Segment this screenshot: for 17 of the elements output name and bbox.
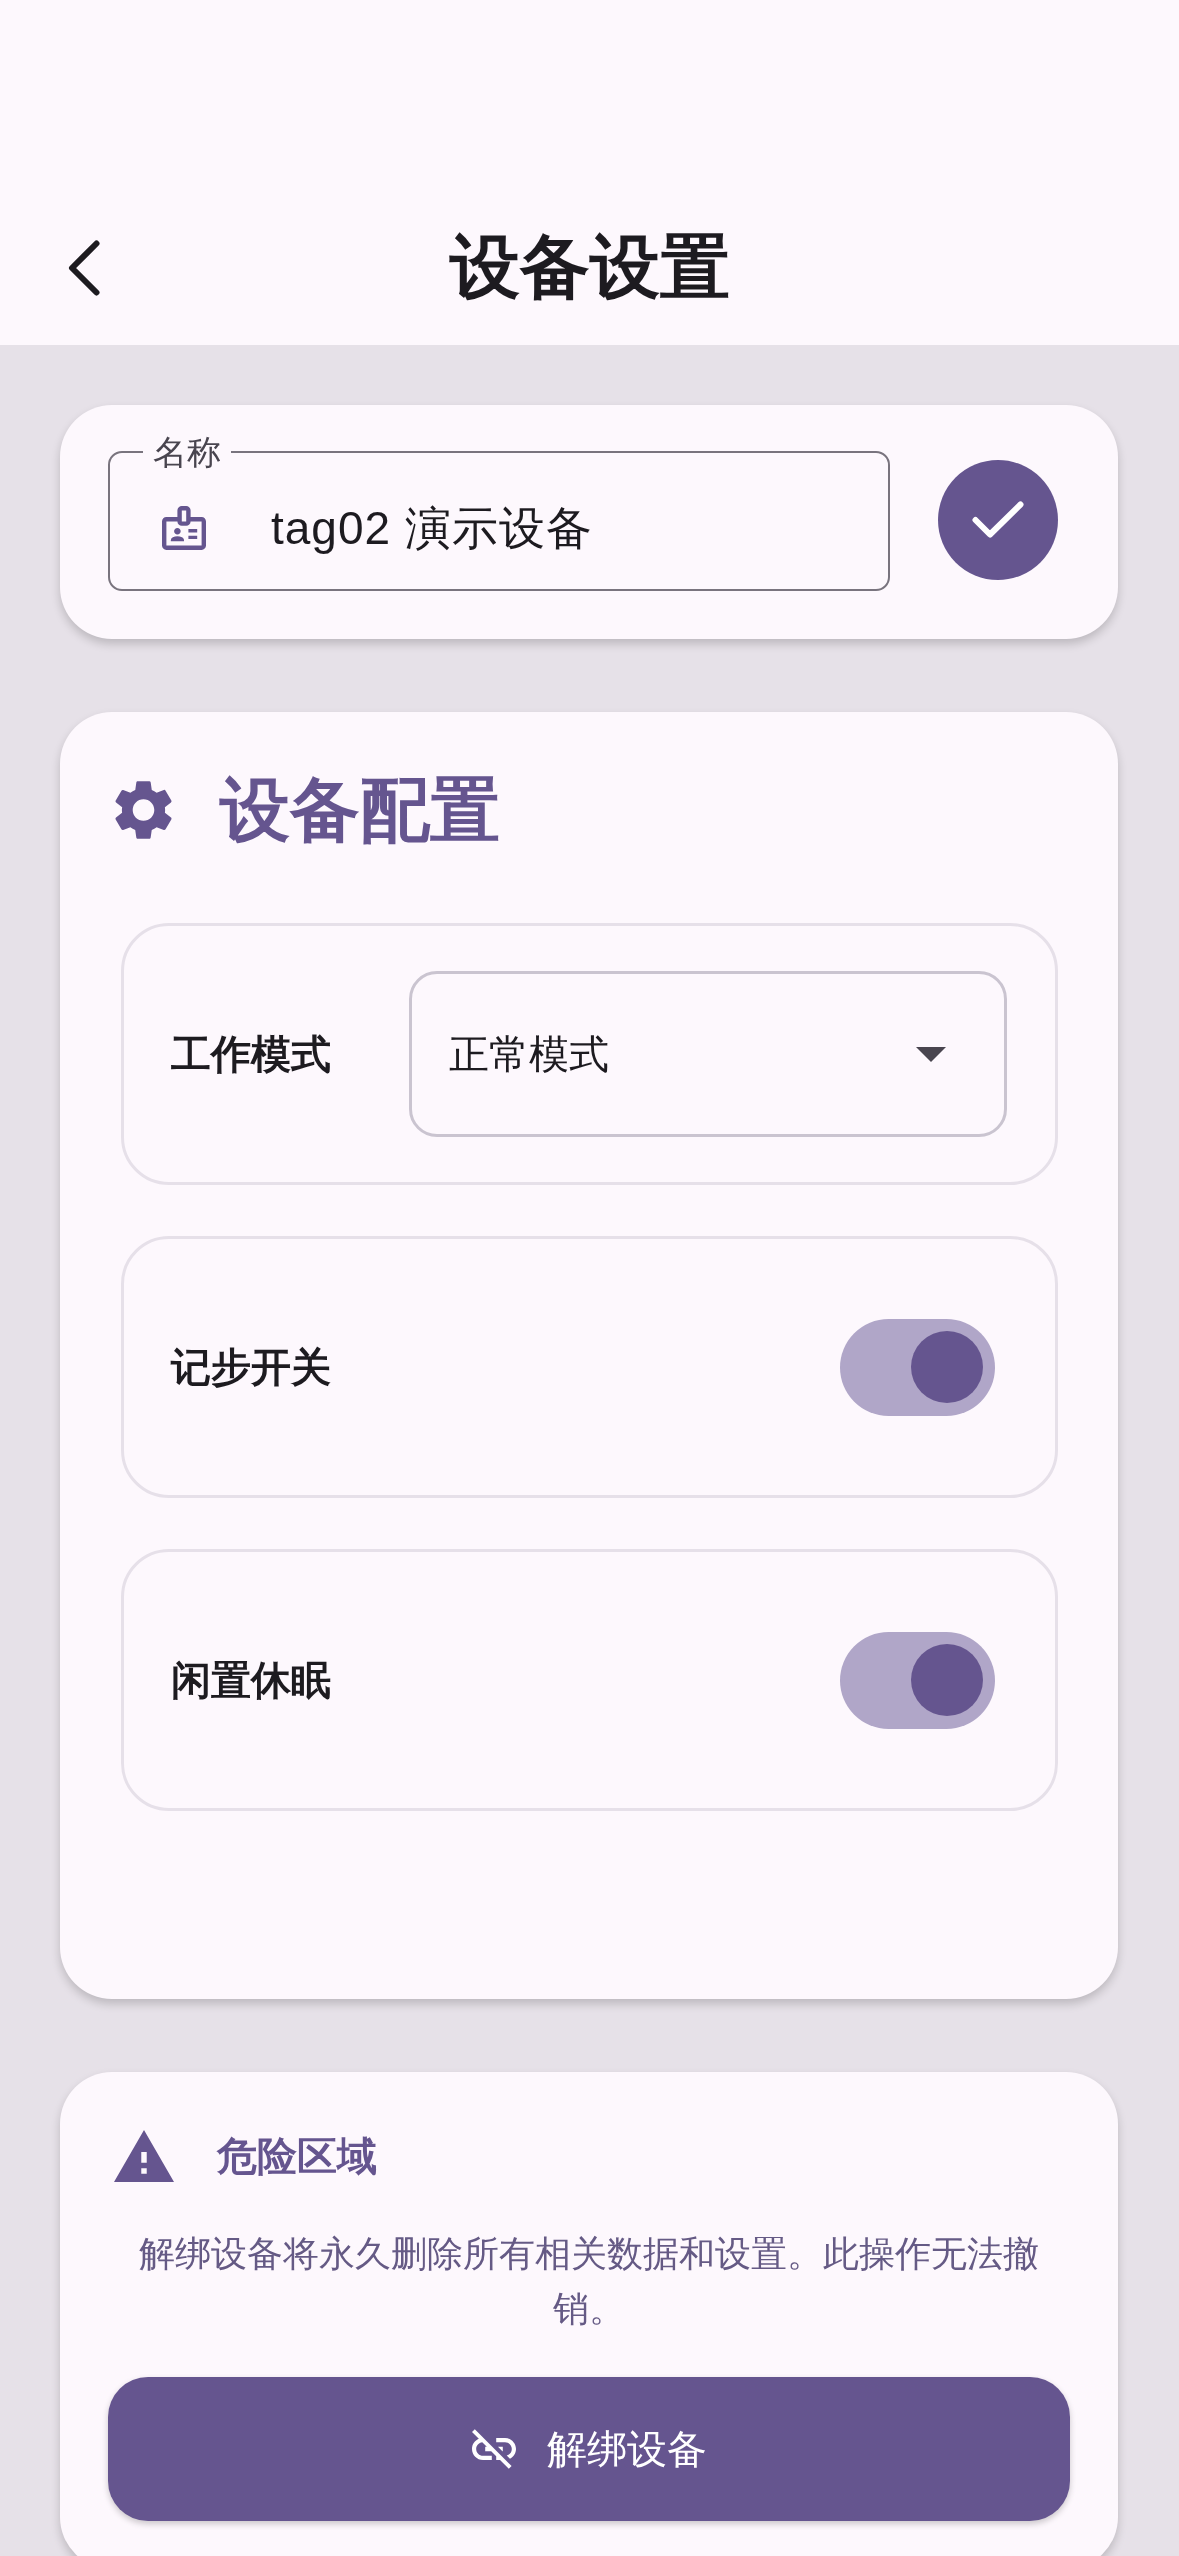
- link-off-icon: [471, 2429, 516, 2469]
- settings-icon: [115, 780, 172, 840]
- warning-text: 解绑设备将永久删除所有相关数据和设置。此操作无法撤销。: [138, 2232, 1040, 2331]
- warning-icon: [114, 2130, 174, 2182]
- back-icon: [68, 239, 100, 296]
- page-title: 设备设置: [449, 229, 730, 306]
- mode-dropdown[interactable]: 正常模式: [409, 971, 1007, 1137]
- section-title: 设备配置: [220, 775, 500, 845]
- setting-label: 闲置休眠: [171, 1657, 331, 1704]
- danger-zone-title: 危险区域: [217, 2136, 377, 2176]
- name-field[interactable]: 名称 tag02 演示设备: [108, 435, 890, 591]
- unbind-button[interactable]: 解绑设备: [108, 2377, 1070, 2521]
- caret-icon: [916, 1046, 946, 1062]
- setting-label: 工作模式: [171, 1031, 331, 1078]
- id-badge-icon: [162, 506, 206, 550]
- check-icon: [972, 501, 1024, 539]
- setting-label: 记步开关: [171, 1344, 331, 1391]
